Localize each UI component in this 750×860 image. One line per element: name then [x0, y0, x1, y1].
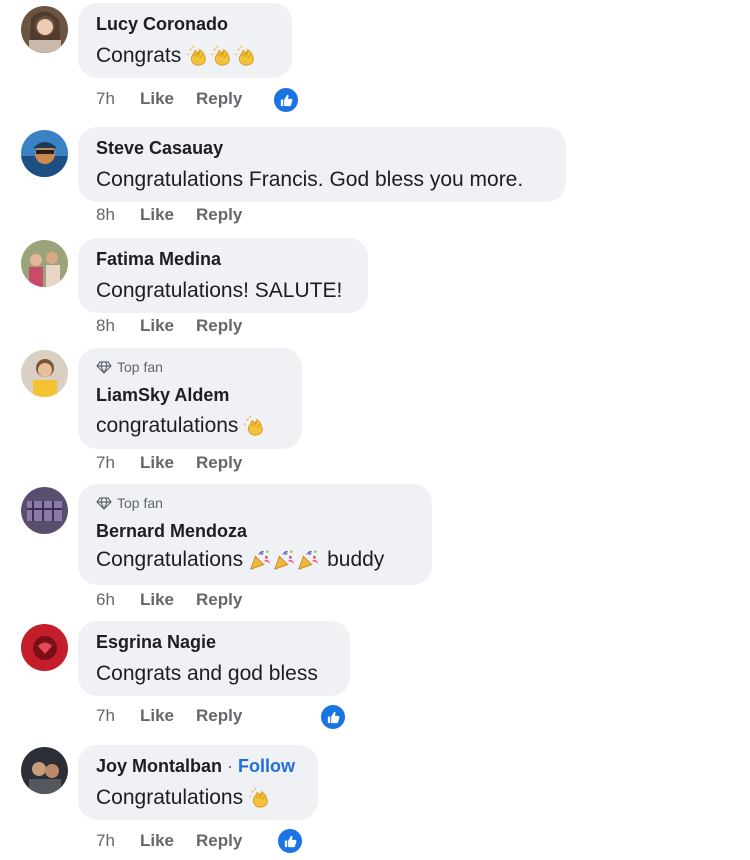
comment-actions: 7h Like Reply [96, 87, 264, 111]
author-header: Joy Montalban · Follow [96, 756, 295, 777]
avatar[interactable] [21, 130, 68, 177]
reply-button[interactable]: Reply [196, 590, 242, 610]
timestamp[interactable]: 7h [96, 706, 140, 726]
avatar[interactable] [21, 487, 68, 534]
comment-bubble: Esgrina Nagie Congrats and god bless [78, 621, 350, 696]
separator-dot: · [227, 756, 234, 776]
comment-text: Congratulations! SALUTE! [96, 279, 343, 302]
comment-actions: 8h Like Reply [96, 203, 264, 227]
comment-text-row: Congrats and god bless [96, 662, 318, 686]
comment-text-row: congratulations [96, 414, 266, 438]
comment-text-row: Congratulations buddy [96, 548, 384, 572]
comment-text-row: Congratulations [96, 786, 271, 810]
comment-text-row: Congratulations Francis. God bless you m… [96, 168, 523, 192]
timestamp[interactable]: 7h [96, 453, 140, 473]
comment-actions: 6h Like Reply [96, 588, 264, 612]
timestamp[interactable]: 8h [96, 316, 140, 336]
comment-bubble: Top fan LiamSky Aldem congratulations [78, 348, 302, 449]
comment-bubble: Steve Casauay Congratulations Francis. G… [78, 127, 566, 202]
comment-bubble: Joy Montalban · Follow Congratulations [78, 745, 318, 820]
clap-emoji [244, 415, 266, 437]
comment-bubble: Lucy Coronado Congrats [78, 3, 292, 78]
reply-button[interactable]: Reply [196, 706, 242, 726]
reply-button[interactable]: Reply [196, 453, 242, 473]
top-fan-badge: Top fan [96, 495, 163, 511]
comment-actions: 7h Like Reply [96, 829, 264, 853]
clap-emoji [249, 787, 271, 809]
comment-text: Congratulations [96, 786, 244, 809]
author-name[interactable]: Steve Casauay [96, 138, 223, 159]
comment-text: Congrats [96, 44, 182, 67]
diamond-icon [96, 497, 112, 510]
reply-button[interactable]: Reply [196, 316, 242, 336]
comment-actions: 7h Like Reply [96, 451, 264, 475]
like-button[interactable]: Like [140, 590, 174, 610]
author-name[interactable]: Bernard Mendoza [96, 521, 247, 542]
party-popper-emoji [297, 549, 319, 571]
author-name[interactable]: Joy Montalban [96, 756, 222, 776]
comment-bubble: Top fan Bernard Mendoza Congratulations … [78, 484, 432, 585]
reply-button[interactable]: Reply [196, 205, 242, 225]
clap-emoji [235, 45, 257, 67]
author-name[interactable]: Fatima Medina [96, 249, 221, 270]
avatar[interactable] [21, 240, 68, 287]
like-reaction-icon[interactable] [276, 827, 304, 855]
like-button[interactable]: Like [140, 89, 174, 109]
avatar[interactable] [21, 624, 68, 671]
comment-actions: 8h Like Reply [96, 314, 264, 338]
timestamp[interactable]: 7h [96, 89, 140, 109]
timestamp[interactable]: 7h [96, 831, 140, 851]
clap-emoji [211, 45, 233, 67]
comment-text: Congratulations [96, 548, 244, 571]
like-button[interactable]: Like [140, 453, 174, 473]
clap-emoji [187, 45, 209, 67]
like-reaction-icon[interactable] [272, 86, 300, 114]
top-fan-label: Top fan [117, 495, 163, 511]
like-reaction-icon[interactable] [319, 703, 347, 731]
like-button[interactable]: Like [140, 706, 174, 726]
author-name[interactable]: LiamSky Aldem [96, 385, 229, 406]
like-button[interactable]: Like [140, 316, 174, 336]
like-button[interactable]: Like [140, 831, 174, 851]
party-popper-emoji [249, 549, 271, 571]
comment-bubble: Fatima Medina Congratulations! SALUTE! [78, 238, 368, 313]
comment-text-suffix: buddy [327, 548, 385, 571]
comment-text-row: Congratulations! SALUTE! [96, 279, 342, 303]
comment-text: Congratulations Francis. God bless you m… [96, 168, 524, 191]
diamond-icon [96, 361, 112, 374]
avatar[interactable] [21, 6, 68, 53]
timestamp[interactable]: 6h [96, 590, 140, 610]
timestamp[interactable]: 8h [96, 205, 140, 225]
comment-text-row: Congrats [96, 44, 257, 68]
top-fan-badge: Top fan [96, 359, 163, 375]
author-name[interactable]: Lucy Coronado [96, 14, 228, 35]
avatar[interactable] [21, 747, 68, 794]
follow-button[interactable]: Follow [238, 756, 295, 776]
reply-button[interactable]: Reply [196, 831, 242, 851]
comment-actions: 7h Like Reply [96, 704, 264, 728]
comment-text: Congrats and god bless [96, 662, 318, 685]
party-popper-emoji [273, 549, 295, 571]
comment-text: congratulations [96, 414, 239, 437]
author-name[interactable]: Esgrina Nagie [96, 632, 216, 653]
avatar[interactable] [21, 350, 68, 397]
top-fan-label: Top fan [117, 359, 163, 375]
reply-button[interactable]: Reply [196, 89, 242, 109]
like-button[interactable]: Like [140, 205, 174, 225]
